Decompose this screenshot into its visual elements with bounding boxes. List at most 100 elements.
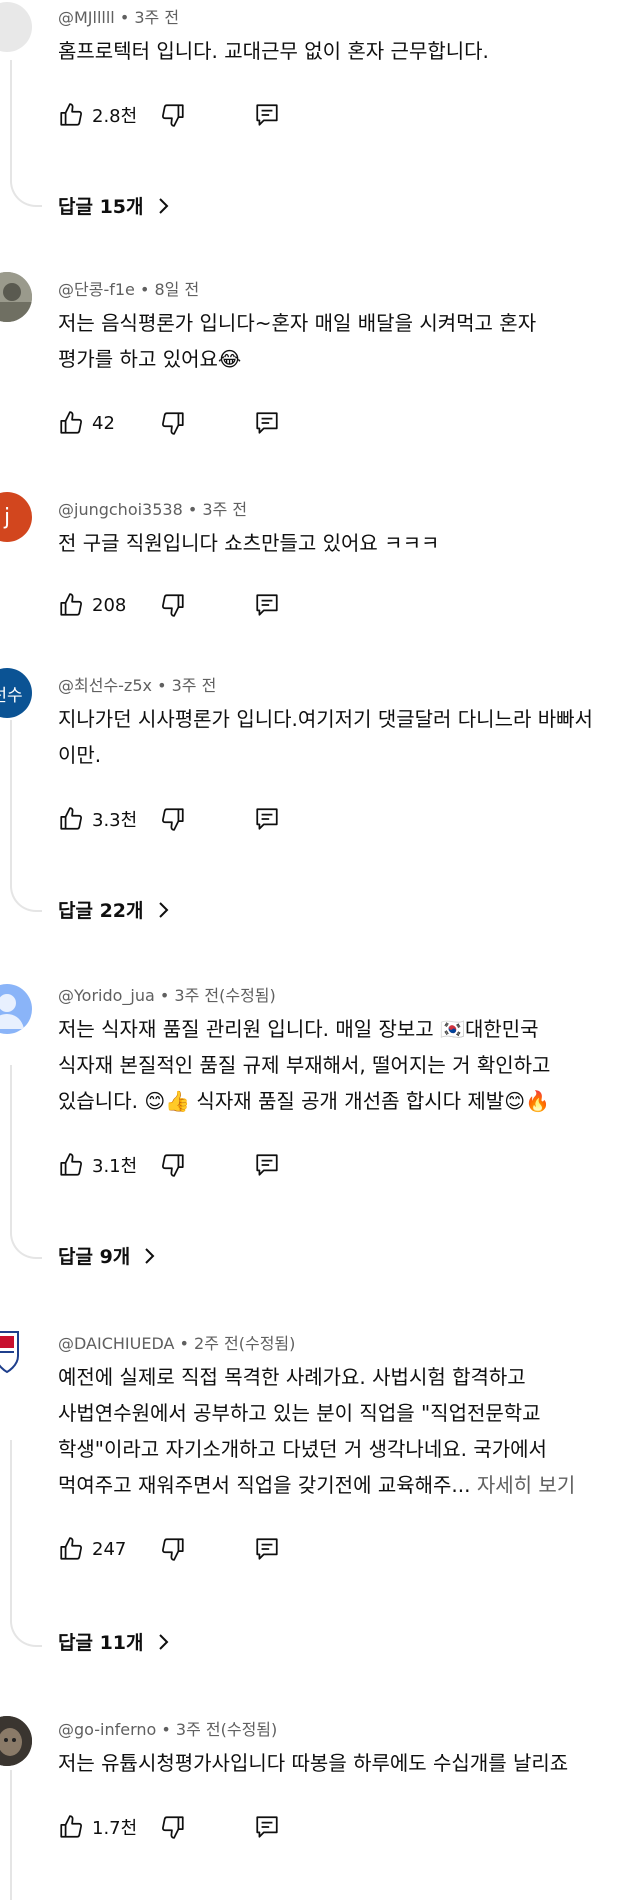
comment-actions: 3.1천 <box>58 1150 280 1180</box>
avatar[interactable] <box>0 2 32 52</box>
like-button[interactable]: 3.3천 <box>58 806 152 832</box>
thumbs-down-icon <box>162 1154 184 1177</box>
reply-button[interactable] <box>254 410 280 436</box>
comment-line: 홈프로텍터 입니다. 교대근무 없이 혼자 근무합니다. <box>58 39 489 63</box>
dislike-button[interactable] <box>160 806 186 832</box>
comment-meta: @최선수-z5x • 3주 전 <box>58 672 216 696</box>
thumbs-up-icon <box>60 1537 82 1560</box>
thumbs-down-icon <box>162 1538 184 1561</box>
reply-button[interactable] <box>254 102 280 128</box>
school-emblem-icon <box>0 1331 19 1374</box>
comment-meta: @단콩-f1e • 8일 전 <box>58 276 199 300</box>
comment-time[interactable]: 3주 전 <box>202 500 247 519</box>
comment-author[interactable]: @단콩-f1e <box>58 280 135 299</box>
comment-time[interactable]: 3주 전 <box>134 8 179 27</box>
avatar[interactable]: j <box>0 492 32 542</box>
avatar-letter: 선수 <box>0 685 23 706</box>
reply-button[interactable] <box>254 806 280 832</box>
comment-line: 저는 식자재 품질 관리원 입니다. 매일 장보고 🇰🇷대한민국 <box>58 1017 539 1041</box>
thread-line <box>10 720 42 912</box>
comment-line: 식자재 본질적인 품질 규제 부재해서, 떨어지는 거 확인하고 <box>58 1053 551 1077</box>
reply-icon <box>256 1816 278 1838</box>
comment-time[interactable]: 8일 전 <box>154 280 199 299</box>
chevron-right-icon <box>145 1247 155 1264</box>
avatar-letter: j <box>3 504 11 530</box>
comment-meta: @DAICHIUEDA • 2주 전(수정됨) <box>58 1330 295 1354</box>
thread-line <box>10 1440 42 1647</box>
comment-author[interactable]: @MJlllll <box>58 8 115 27</box>
comment-time[interactable]: 2주 전(수정됨) <box>194 1334 295 1353</box>
comment-text: 저는 유튭시청평가사입니다 따봉을 하루에도 수십개를 날리죠 <box>58 1745 633 1781</box>
comment-author[interactable]: @jungchoi3538 <box>58 500 183 519</box>
reply-button[interactable] <box>254 1814 280 1840</box>
like-button[interactable]: 3.1천 <box>58 1152 152 1178</box>
reply-button[interactable] <box>254 1536 280 1562</box>
avatar[interactable] <box>0 1716 32 1766</box>
replies-toggle[interactable]: 답글 11개 <box>58 1628 170 1655</box>
replies-count: 답글 15개 <box>58 196 144 218</box>
avatar[interactable] <box>0 984 32 1034</box>
comment-line: 사법연수원에서 공부하고 있는 분이 직업을 "직업전문학교 <box>58 1401 541 1425</box>
like-count: 208 <box>92 594 127 616</box>
avatar[interactable] <box>0 1330 32 1380</box>
comment-text: 홈프로텍터 입니다. 교대근무 없이 혼자 근무합니다. <box>58 33 633 69</box>
comment-author[interactable]: @Yorido_jua <box>58 986 155 1005</box>
meta-separator: • <box>114 8 135 27</box>
like-count: 247 <box>92 1538 127 1560</box>
comment-actions: 3.3천 <box>58 804 280 834</box>
meta-separator: • <box>156 1720 176 1739</box>
comment-line: 지나가던 시사평론가 입니다.여기저기 댓글달러 다니느라 바빠서 <box>58 707 593 731</box>
thumbs-down-icon <box>162 412 184 435</box>
chevron-right-icon <box>158 1633 168 1650</box>
comment-text: 저는 음식평론가 입니다~혼자 매일 배달을 시켜먹고 혼자 평가를 하고 있어… <box>58 305 633 377</box>
comment-actions: 247 <box>58 1534 280 1564</box>
like-button[interactable]: 2.8천 <box>58 102 152 128</box>
comment-line: 먹여주고 재워주면서 직업을 갖기전에 교육해주... 자세히 보기 <box>58 1467 633 1503</box>
like-count: 2.8천 <box>92 106 138 127</box>
comment-author[interactable]: @go-inferno <box>58 1720 156 1739</box>
comment-time[interactable]: 3주 전(수정됨) <box>176 1720 277 1739</box>
comment-time[interactable]: 3주 전(수정됨) <box>174 986 275 1005</box>
comment-text: 저는 식자재 품질 관리원 입니다. 매일 장보고 🇰🇷대한민국 식자재 본질적… <box>58 1011 633 1119</box>
reply-button[interactable] <box>254 592 280 618</box>
like-button[interactable]: 1.7천 <box>58 1814 152 1840</box>
like-button[interactable]: 247 <box>58 1536 152 1562</box>
dislike-button[interactable] <box>160 102 186 128</box>
replies-toggle[interactable]: 답글 22개 <box>58 896 170 923</box>
replies-toggle[interactable]: 답글 9개 <box>58 1242 156 1269</box>
thumbs-up-icon <box>60 1815 82 1838</box>
comment-time[interactable]: 3주 전 <box>172 676 217 695</box>
dislike-button[interactable] <box>160 1814 186 1840</box>
thumbs-down-icon <box>162 1816 184 1839</box>
thumbs-down-icon <box>162 104 184 127</box>
comment-author[interactable]: @최선수-z5x <box>58 676 152 695</box>
reply-icon <box>256 594 278 616</box>
avatar[interactable]: 선수 <box>0 668 32 718</box>
replies-toggle[interactable]: 답글 15개 <box>58 192 170 219</box>
dislike-button[interactable] <box>160 1536 186 1562</box>
comment-text: 전 구글 직원입니다 쇼츠만들고 있어요 ㅋㅋㅋ <box>58 525 633 561</box>
comment-author[interactable]: @DAICHIUEDA <box>58 1334 174 1353</box>
meta-separator: • <box>154 986 175 1005</box>
dislike-button[interactable] <box>160 592 186 618</box>
dislike-button[interactable] <box>160 1152 186 1178</box>
replies-count: 답글 22개 <box>58 900 144 922</box>
comment-line: 저는 유튭시청평가사입니다 따봉을 하루에도 수십개를 날리죠 <box>58 1751 569 1775</box>
reply-icon <box>256 412 278 434</box>
like-button[interactable]: 42 <box>58 410 152 436</box>
dislike-button[interactable] <box>160 410 186 436</box>
avatar[interactable] <box>0 272 32 322</box>
comment-actions: 1.7천 <box>58 1812 280 1842</box>
comment-meta: @MJlllll • 3주 전 <box>58 4 179 28</box>
comment-line: 학생"이라고 자기소개하고 다녔던 거 생각나네요. 국가에서 <box>58 1437 547 1461</box>
comment-line-text: 먹여주고 재워주면서 직업을 갖기전에 교육해주... <box>58 1473 471 1497</box>
reply-button[interactable] <box>254 1152 280 1178</box>
like-button[interactable]: 208 <box>58 592 152 618</box>
like-count: 3.1천 <box>92 1156 138 1177</box>
replies-count: 답글 11개 <box>58 1632 144 1654</box>
thumbs-up-icon <box>60 411 82 434</box>
like-count: 3.3천 <box>92 810 138 831</box>
reply-icon <box>256 1538 278 1560</box>
comment-line: 예전에 실제로 직접 목격한 사례가요. 사법시험 합격하고 <box>58 1365 526 1389</box>
read-more-link[interactable]: 자세히 보기 <box>477 1473 575 1497</box>
